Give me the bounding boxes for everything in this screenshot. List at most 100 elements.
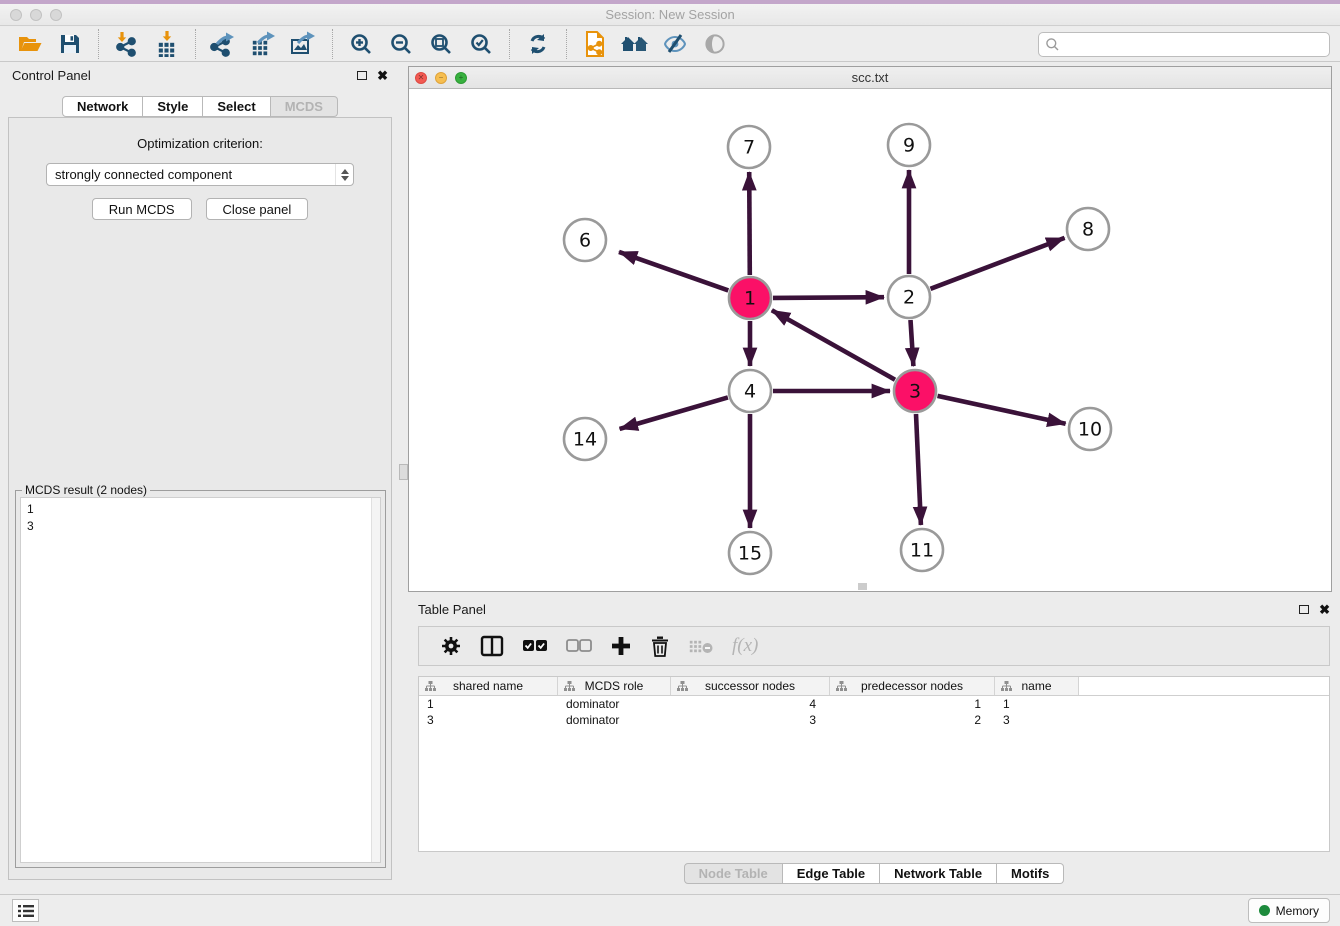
float-panel-icon[interactable] <box>357 71 367 80</box>
select-all-icon[interactable] <box>522 637 548 655</box>
edge-2-3[interactable] <box>911 320 914 366</box>
table-cell[interactable]: 1 <box>419 696 558 712</box>
edge-1-6[interactable] <box>619 252 728 291</box>
canvas-scroll-nub[interactable] <box>858 583 867 590</box>
graph-node-8[interactable]: 8 <box>1067 208 1109 250</box>
tab-select[interactable]: Select <box>203 96 270 117</box>
graph-node-1[interactable]: 1 <box>729 277 771 319</box>
tab-network[interactable]: Network <box>62 96 143 117</box>
close-table-panel-icon[interactable]: ✖ <box>1319 603 1330 616</box>
table-cell[interactable]: dominator <box>558 712 671 728</box>
column-header-predecessor-nodes[interactable]: predecessor nodes <box>830 677 995 695</box>
table-cell[interactable]: 1 <box>830 696 995 712</box>
table-row[interactable]: 1dominator411 <box>419 696 1329 712</box>
delete-column-icon[interactable] <box>650 635 670 657</box>
run-mcds-button[interactable]: Run MCDS <box>92 198 192 220</box>
zoom-fit-icon[interactable] <box>426 30 456 58</box>
edge-3-10[interactable] <box>938 396 1066 424</box>
table-row[interactable]: 3dominator323 <box>419 712 1329 728</box>
network-file-icon[interactable] <box>580 30 610 58</box>
split-view-icon[interactable] <box>480 635 504 657</box>
graph-node-4[interactable]: 4 <box>729 370 771 412</box>
graph-node-3[interactable]: 3 <box>894 370 936 412</box>
close-panel-icon[interactable]: ✖ <box>377 69 388 82</box>
edge-4-14[interactable] <box>620 397 728 429</box>
export-network-icon[interactable] <box>209 30 239 58</box>
refresh-layout-icon[interactable] <box>523 30 553 58</box>
delete-table-icon[interactable] <box>688 637 714 655</box>
graph-node-15[interactable]: 15 <box>729 532 771 574</box>
table-cell[interactable]: 4 <box>671 696 830 712</box>
eye-icon[interactable] <box>700 30 730 58</box>
network-canvas[interactable]: 7 9 6 8 1 2 4 3 14 10 15 11 <box>409 89 1331 591</box>
table-panel: Table Panel ✖ f(x) shared nameMCDS roles… <box>408 596 1340 888</box>
function-builder-icon[interactable]: f(x) <box>732 635 758 657</box>
table-cell[interactable]: 3 <box>995 712 1079 728</box>
tab-network-table[interactable]: Network Table <box>880 863 997 884</box>
svg-text:1: 1 <box>744 288 756 310</box>
network-view-window: ✕ − + scc.txt 7968124314101511 <box>408 66 1332 592</box>
graph-node-7[interactable]: 7 <box>728 126 770 168</box>
mcds-result-box[interactable]: 1 3 <box>20 497 381 863</box>
flatten-icon[interactable] <box>564 681 575 691</box>
task-history-button[interactable] <box>12 899 39 922</box>
graph-node-6[interactable]: 6 <box>564 219 606 261</box>
edge-1-7[interactable] <box>749 172 750 275</box>
memory-button[interactable]: Memory <box>1248 898 1330 923</box>
add-column-icon[interactable] <box>610 635 632 657</box>
graph-node-14[interactable]: 14 <box>564 418 606 460</box>
flatten-icon[interactable] <box>425 681 436 691</box>
export-table-icon[interactable] <box>249 30 279 58</box>
toolbar-separator <box>195 29 196 59</box>
graph-node-11[interactable]: 11 <box>901 529 943 571</box>
tab-edge-table[interactable]: Edge Table <box>783 863 880 884</box>
export-image-icon[interactable] <box>289 30 319 58</box>
table-toolbar: f(x) <box>418 626 1330 666</box>
zoom-selected-icon[interactable] <box>466 30 496 58</box>
flatten-icon[interactable] <box>1001 681 1012 691</box>
tab-node-table[interactable]: Node Table <box>684 863 783 884</box>
graph-node-9[interactable]: 9 <box>888 124 930 166</box>
table-cell[interactable]: dominator <box>558 696 671 712</box>
tab-motifs[interactable]: Motifs <box>997 863 1064 884</box>
column-header-successor-nodes[interactable]: successor nodes <box>671 677 830 695</box>
edge-1-2[interactable] <box>773 297 884 298</box>
optimization-criterion-select[interactable]: strongly connected component <box>46 163 354 186</box>
import-network-icon[interactable] <box>112 30 142 58</box>
app-title: Session: New Session <box>0 7 1340 22</box>
edge-3-11[interactable] <box>916 414 921 525</box>
result-scrollbar[interactable] <box>371 498 380 862</box>
zoom-in-icon[interactable] <box>346 30 376 58</box>
table-cell[interactable]: 1 <box>995 696 1079 712</box>
graph-node-10[interactable]: 10 <box>1069 408 1111 450</box>
table-cell[interactable]: 3 <box>671 712 830 728</box>
zoom-out-icon[interactable] <box>386 30 416 58</box>
close-panel-button[interactable]: Close panel <box>206 198 309 220</box>
gear-icon[interactable] <box>440 635 462 657</box>
toggle-panel-icon[interactable] <box>660 30 690 58</box>
table-cell[interactable]: 3 <box>419 712 558 728</box>
edge-3-1[interactable] <box>772 310 895 379</box>
column-header-name[interactable]: name <box>995 677 1079 695</box>
column-header-MCDS-role[interactable]: MCDS role <box>558 677 671 695</box>
toolbar-separator <box>509 29 510 59</box>
float-table-panel-icon[interactable] <box>1299 605 1309 614</box>
open-file-icon[interactable] <box>15 30 45 58</box>
deselect-all-icon[interactable] <box>566 637 592 655</box>
tab-style[interactable]: Style <box>143 96 203 117</box>
import-table-icon[interactable] <box>152 30 182 58</box>
edge-2-8[interactable] <box>931 238 1065 289</box>
panel-splitter-handle[interactable] <box>399 464 408 480</box>
save-icon[interactable] <box>55 30 85 58</box>
column-header-shared-name[interactable]: shared name <box>419 677 558 695</box>
tab-mcds[interactable]: MCDS <box>271 96 338 117</box>
table-cell[interactable]: 2 <box>830 712 995 728</box>
svg-text:11: 11 <box>910 540 934 562</box>
svg-text:3: 3 <box>909 381 921 403</box>
flatten-icon[interactable] <box>836 681 847 691</box>
home-icon[interactable] <box>620 30 650 58</box>
flatten-icon[interactable] <box>677 681 688 691</box>
search-input[interactable] <box>1038 32 1330 57</box>
control-panel: Control Panel ✖ NetworkStyleSelectMCDS O… <box>0 62 400 894</box>
graph-node-2[interactable]: 2 <box>888 276 930 318</box>
